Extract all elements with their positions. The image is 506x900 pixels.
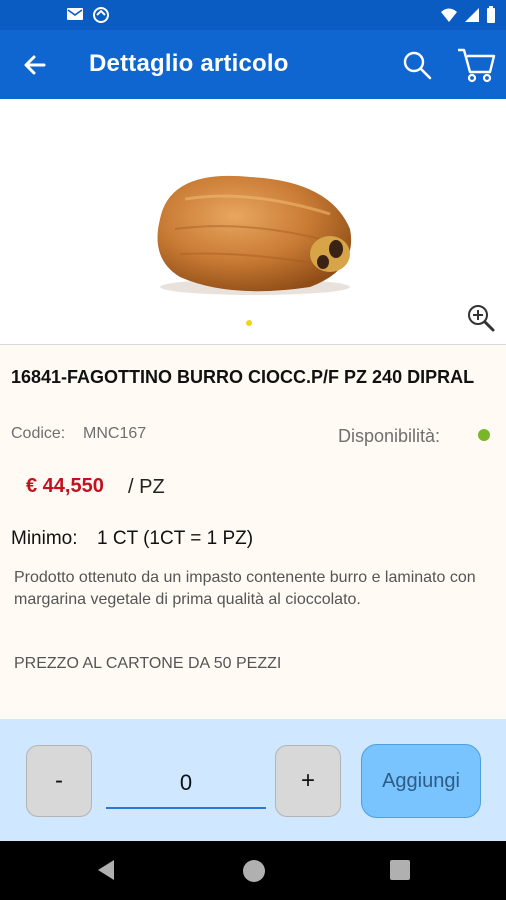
code-value: MNC167 [83, 425, 147, 442]
status-right-icons [440, 6, 496, 23]
product-title: 16841-FAGOTTINO BURRO CIOCC.P/F PZ 240 D… [11, 367, 475, 387]
zoom-in-icon[interactable] [466, 303, 496, 333]
price-note: PREZZO AL CARTONE DA 50 PEZZI [14, 655, 282, 672]
signal-icon [465, 7, 479, 22]
app-bar: Dettaglio articolo [0, 30, 506, 99]
nav-back-icon[interactable] [96, 859, 116, 881]
nav-recent-icon[interactable] [390, 860, 410, 880]
wifi-icon [441, 8, 457, 22]
minimum-value: 1 CT (1CT = 1 PZ) [97, 528, 254, 549]
search-icon[interactable] [400, 48, 434, 82]
availability-label: Disponibilità: [338, 426, 441, 446]
product-image-area [0, 99, 506, 345]
back-arrow-icon[interactable] [18, 48, 52, 82]
cart-controls: - + Aggiungi [0, 719, 506, 841]
battery-icon [487, 6, 495, 23]
product-description: Prodotto ottenuto da un impasto contenen… [14, 569, 476, 608]
sync-icon [93, 7, 109, 23]
price: € 44,550 [26, 475, 104, 497]
system-nav-bar [0, 841, 506, 900]
quantity-input[interactable] [106, 759, 266, 809]
product-details: 16841-FAGOTTINO BURRO CIOCC.P/F PZ 240 D… [0, 345, 506, 719]
nav-home-icon[interactable] [243, 860, 265, 882]
price-unit: / PZ [128, 476, 165, 498]
add-to-cart-button[interactable]: Aggiungi [361, 744, 481, 818]
decrement-button[interactable]: - [26, 745, 92, 817]
carousel-indicator [246, 320, 252, 326]
availability-indicator [478, 429, 490, 441]
code-label: Codice: [11, 425, 66, 442]
minimum-label: Minimo: [11, 528, 78, 549]
status-bar [0, 0, 506, 30]
mail-icon [67, 8, 83, 20]
increment-button[interactable]: + [275, 745, 341, 817]
cart-icon[interactable] [456, 46, 496, 84]
product-image[interactable] [140, 159, 370, 299]
page-title: Dettaglio articolo [89, 50, 289, 77]
status-left-icons [66, 6, 110, 24]
